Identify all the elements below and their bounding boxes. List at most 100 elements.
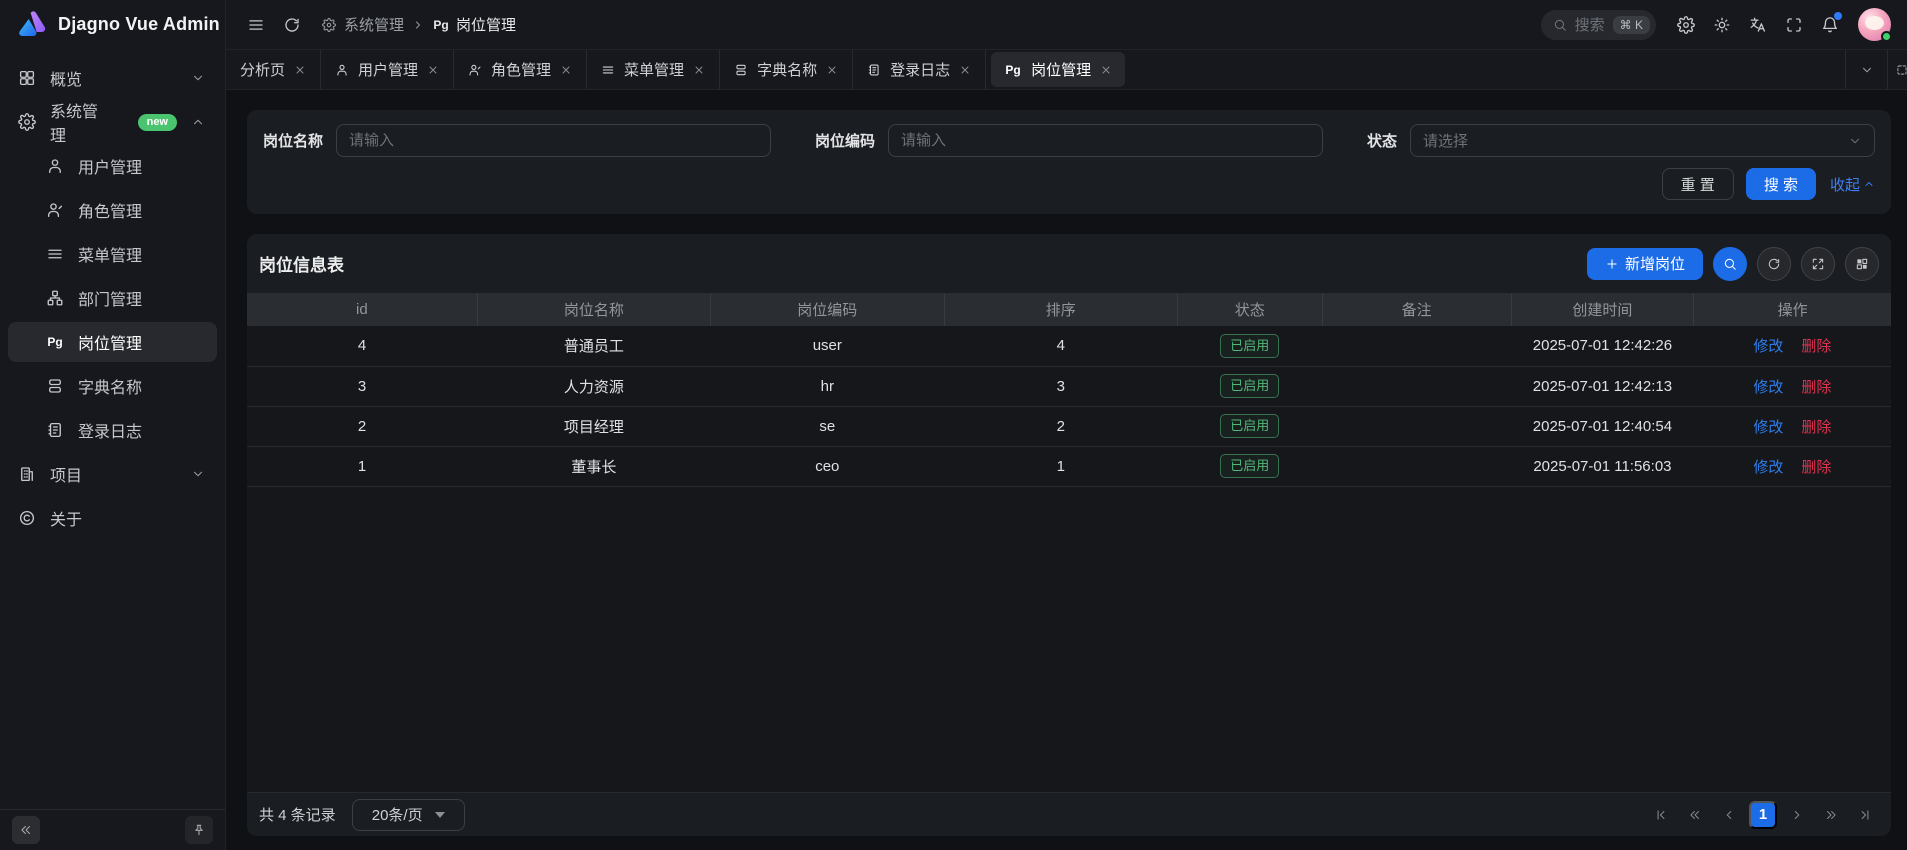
fullscreen-button[interactable] xyxy=(1778,9,1810,41)
tab-positions[interactable]: Pg 岗位管理 xyxy=(986,50,1130,89)
sidebar-item-label: 登录日志 xyxy=(78,418,142,442)
delete-link[interactable]: 删除 xyxy=(1801,459,1831,476)
log-icon xyxy=(867,63,881,77)
tab-login-logs[interactable]: 登录日志 xyxy=(853,50,986,89)
position-code-label: 岗位编码 xyxy=(815,130,875,151)
pagination-page-1[interactable]: 1 xyxy=(1749,801,1777,829)
close-icon[interactable] xyxy=(560,64,572,76)
sidebar-item-dictionary[interactable]: 字典名称 xyxy=(8,366,217,406)
settings-button[interactable] xyxy=(1670,9,1702,41)
close-icon[interactable] xyxy=(294,64,306,76)
pagination-prev-button[interactable] xyxy=(1715,801,1743,829)
table-refresh-button[interactable] xyxy=(1757,247,1791,281)
pagination-next-group-button[interactable] xyxy=(1817,801,1845,829)
log-icon xyxy=(46,421,64,439)
menu-toggle-button[interactable] xyxy=(240,9,272,41)
cell-actions: 修改 删除 xyxy=(1694,446,1891,486)
table-columns-button[interactable] xyxy=(1845,247,1879,281)
position-name-input[interactable] xyxy=(336,124,771,157)
tab-analytics[interactable]: 分析页 xyxy=(226,50,321,89)
delete-link[interactable]: 删除 xyxy=(1801,338,1831,355)
position-code-input[interactable] xyxy=(888,124,1323,157)
edit-link[interactable]: 修改 xyxy=(1753,419,1783,436)
refresh-button[interactable] xyxy=(276,9,308,41)
sidebar-item-login-logs[interactable]: 登录日志 xyxy=(8,410,217,450)
tab-label: 登录日志 xyxy=(890,59,950,80)
tab-maximize-button[interactable] xyxy=(1887,50,1907,89)
status-select[interactable]: 请选择 xyxy=(1410,124,1875,157)
maximize-icon xyxy=(1895,63,1907,77)
user-avatar[interactable] xyxy=(1858,8,1891,41)
cell-sort: 2 xyxy=(944,406,1177,446)
add-position-button[interactable]: 新增岗位 xyxy=(1587,248,1703,280)
sidebar-item-positions[interactable]: Pg 岗位管理 xyxy=(8,322,217,362)
pagination-prev-group-button[interactable] xyxy=(1681,801,1709,829)
search-button[interactable]: 搜 索 xyxy=(1746,168,1816,200)
global-search[interactable]: 搜索 ⌘ K xyxy=(1541,10,1656,40)
position-code-field: 岗位编码 xyxy=(815,124,1323,157)
reset-button[interactable]: 重 置 xyxy=(1662,168,1734,200)
cell-actions: 修改 删除 xyxy=(1694,366,1891,406)
sidebar-item-about[interactable]: 关于 xyxy=(8,498,217,538)
cell-sort: 1 xyxy=(944,446,1177,486)
tab-list-dropdown-button[interactable] xyxy=(1845,50,1887,89)
filter-fields-row: 岗位名称 岗位编码 状态 请选择 xyxy=(263,124,1875,157)
pagination-last-button[interactable] xyxy=(1851,801,1879,829)
cell-code: hr xyxy=(711,366,944,406)
close-icon[interactable] xyxy=(959,64,971,76)
delete-link[interactable]: 删除 xyxy=(1801,379,1831,396)
sidebar-pin-button[interactable] xyxy=(185,816,213,844)
sidebar-item-departments[interactable]: 部门管理 xyxy=(8,278,217,318)
page-content: 岗位名称 岗位编码 状态 请选择 重 置 搜 索 xyxy=(226,90,1907,850)
language-button[interactable] xyxy=(1742,9,1774,41)
filter-buttons-row: 重 置 搜 索 收起 xyxy=(263,168,1875,200)
sidebar-item-system[interactable]: 系统管理 new xyxy=(8,102,217,142)
tab-roles[interactable]: 角色管理 xyxy=(454,50,587,89)
column-header-actions: 操作 xyxy=(1694,293,1891,326)
user-icon xyxy=(335,63,349,77)
sidebar-item-roles[interactable]: 角色管理 xyxy=(8,190,217,230)
sidebar-item-project[interactable]: 项目 xyxy=(8,454,217,494)
tab-label: 分析页 xyxy=(240,59,285,80)
table-search-toggle-button[interactable] xyxy=(1713,247,1747,281)
status-badge: 已启用 xyxy=(1220,454,1279,478)
column-header-remark: 备注 xyxy=(1322,293,1511,326)
sidebar-item-menus[interactable]: 菜单管理 xyxy=(8,234,217,274)
status-field: 状态 请选择 xyxy=(1367,124,1875,157)
sidebar: Djagno Vue Admin 概览 系统管理 new 用户管理 角色管理 菜… xyxy=(0,0,226,850)
page-size-value: 20条/页 xyxy=(372,804,423,825)
breadcrumb-section[interactable]: 系统管理 xyxy=(344,14,404,35)
edit-link[interactable]: 修改 xyxy=(1753,379,1783,396)
dictionary-icon xyxy=(734,63,748,77)
close-icon[interactable] xyxy=(427,64,439,76)
tab-menus[interactable]: 菜单管理 xyxy=(587,50,720,89)
edit-link[interactable]: 修改 xyxy=(1753,459,1783,476)
pagination-next-button[interactable] xyxy=(1783,801,1811,829)
close-icon[interactable] xyxy=(826,64,838,76)
app-logo[interactable]: Djagno Vue Admin xyxy=(0,0,225,49)
sidebar-item-label: 菜单管理 xyxy=(78,242,142,266)
org-chart-icon xyxy=(46,289,64,307)
tab-label: 字典名称 xyxy=(757,59,817,80)
table-fullscreen-button[interactable] xyxy=(1801,247,1835,281)
tab-users[interactable]: 用户管理 xyxy=(321,50,454,89)
sidebar-item-users[interactable]: 用户管理 xyxy=(8,146,217,186)
cell-status: 已启用 xyxy=(1177,406,1322,446)
page-size-select[interactable]: 20条/页 xyxy=(352,799,465,831)
notifications-button[interactable] xyxy=(1814,9,1846,41)
tab-dictionary[interactable]: 字典名称 xyxy=(720,50,853,89)
pin-icon xyxy=(192,823,206,837)
pagination-first-button[interactable] xyxy=(1647,801,1675,829)
sidebar-item-overview[interactable]: 概览 xyxy=(8,58,217,98)
table-row: 3 人力资源 hr 3 已启用 2025-07-01 12:42:13 修改删除 xyxy=(247,366,1891,406)
close-icon[interactable] xyxy=(1100,64,1112,76)
sidebar-collapse-button[interactable] xyxy=(12,816,40,844)
collapse-filter-link[interactable]: 收起 xyxy=(1830,174,1875,195)
global-search-label: 搜索 xyxy=(1575,14,1605,35)
edit-link[interactable]: 修改 xyxy=(1753,338,1783,355)
theme-toggle-button[interactable] xyxy=(1706,9,1738,41)
delete-link[interactable]: 删除 xyxy=(1801,419,1831,436)
sidebar-item-label: 字典名称 xyxy=(78,374,142,398)
close-icon[interactable] xyxy=(693,64,705,76)
cell-status: 已启用 xyxy=(1177,366,1322,406)
